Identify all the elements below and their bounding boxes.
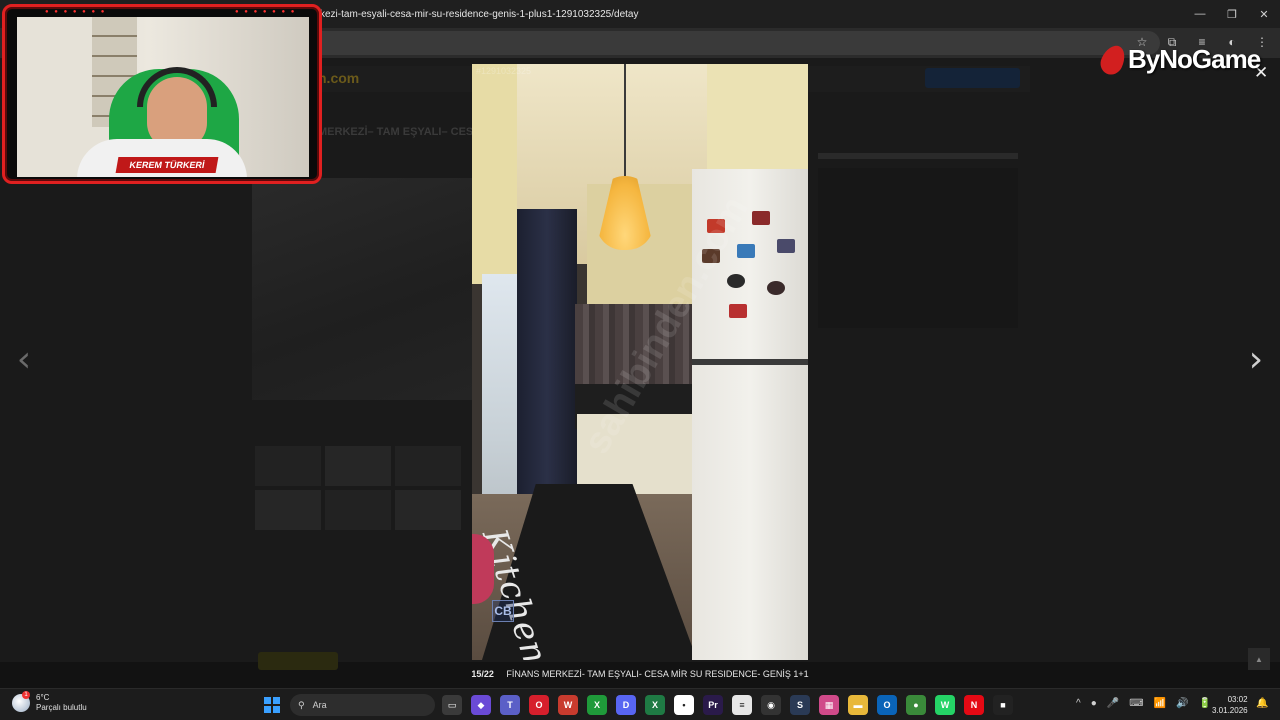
thumbnail (325, 490, 391, 530)
explorer-folder-app-icon[interactable]: ▬ (848, 695, 868, 715)
epic-app-icon[interactable]: • (674, 695, 694, 715)
notification-bell-icon[interactable]: 🔔 (1256, 698, 1268, 710)
start-tile (264, 706, 271, 713)
teams-app-icon[interactable]: T (500, 695, 520, 715)
pinned-apps: ▭ ◆ T O W X D X • Pr ≡ ◉ S ▦ ▬ O ● W N ■ (442, 695, 1013, 715)
photo-counter: 15/22 (471, 669, 494, 679)
windows-taskbar: 1 6°C Parçalı bulutlu ⚲ Ara ▭ ◆ T O W X D X • Pr ≡… (0, 688, 1280, 720)
wifi-icon[interactable]: 📶 (1154, 698, 1166, 709)
restore-button[interactable]: ❐ (1216, 0, 1248, 28)
bynogame-mark-icon (1096, 41, 1130, 78)
thumbnail (325, 446, 391, 486)
battery-icon[interactable]: 🔋 (1199, 698, 1211, 709)
excel-app-icon[interactable]: X (645, 695, 665, 715)
dark-app-icon[interactable]: ■ (993, 695, 1013, 715)
photo-fridge-gap (692, 359, 808, 365)
thumbnail (255, 446, 321, 486)
lightbox-caption-bar: 15/22 FİNANS MERKEZİ- TAM EŞYALI- CESA M… (0, 669, 1280, 679)
cam-frame-dots: ● ● ● ● ● ● ● (45, 9, 107, 15)
cam-frame-dots: ● ● ● ● ● ● ● (235, 9, 297, 15)
magnet (737, 244, 755, 258)
notepad-app-icon[interactable]: ≡ (732, 695, 752, 715)
magnet (729, 304, 747, 318)
listing-title: MERKEZİ– TAM EŞYALI– CESA (318, 126, 482, 138)
search-icon: ⚲ (298, 699, 305, 710)
photo-stool (472, 534, 494, 604)
weather-badge: 1 (22, 691, 30, 699)
listing-main-image (252, 178, 472, 400)
screen: — ❐ ✕ kezi-tam-esyali-cesa-mir-su-reside… (0, 0, 1280, 720)
cloudy-weather-icon: 1 (12, 691, 30, 712)
bynogame-logo: ByNoGame (1096, 41, 1261, 78)
thumbnail (395, 446, 461, 486)
steam-app-icon[interactable]: S (790, 695, 810, 715)
webcam-feed (17, 17, 309, 177)
opera-app-icon[interactable]: O (529, 695, 549, 715)
security-icon[interactable]: ● (1091, 698, 1097, 709)
show-hidden-icons[interactable]: ^ (1076, 698, 1081, 709)
listing-tab (258, 652, 338, 670)
close-window-button[interactable]: ✕ (1248, 0, 1280, 28)
previous-photo-button[interactable]: ‹ (12, 340, 36, 380)
premiere-app-icon[interactable]: Pr (703, 695, 723, 715)
start-tile (273, 697, 280, 704)
weather-temp: 6°C (36, 693, 50, 702)
clock-date: 3.01.2026 (1212, 706, 1248, 715)
start-tile (264, 697, 271, 704)
magnet (777, 239, 795, 253)
listing-thumbnails (255, 446, 461, 530)
streamer-name: KEREM TÜRKERİ (115, 157, 219, 173)
outlook-app-icon[interactable]: O (877, 695, 897, 715)
photo-curtain (517, 209, 577, 529)
next-photo-button[interactable]: › (1244, 340, 1268, 380)
window-controls: — ❐ ✕ (1184, 0, 1280, 28)
taskbar-clock[interactable]: 03:02 3.01.2026 (1212, 694, 1248, 716)
minimize-button[interactable]: — (1184, 0, 1216, 28)
netflix-app-icon[interactable]: N (964, 695, 984, 715)
seller-progress (818, 153, 1018, 159)
lightbox-photo[interactable]: Kitchen sahibinden.com CB (472, 64, 808, 660)
magnet (727, 274, 745, 288)
whatsapp-app-icon[interactable]: W (935, 695, 955, 715)
magnet (767, 281, 785, 295)
volume-icon[interactable]: 🔊 (1176, 698, 1188, 709)
bynogame-text: ByNoGame (1128, 44, 1261, 74)
webcam-overlay: ● ● ● ● ● ● ● ● ● ● ● ● ● ● KEREM TÜRKER… (2, 4, 322, 184)
taskbar-search[interactable]: ⚲ Ara (290, 694, 435, 716)
photos-app-icon[interactable]: ▦ (819, 695, 839, 715)
site-logo: n.com (318, 70, 360, 86)
weather-widget[interactable]: 1 6°C Parçalı bulutlu (12, 691, 87, 713)
discord-app-icon[interactable]: D (616, 695, 636, 715)
file-explorer-app-icon[interactable]: ▭ (442, 695, 462, 715)
photo-caption: FİNANS MERKEZİ- TAM EŞYALI- CESA MİR SU … (506, 669, 809, 679)
photo-badge: CB (492, 600, 514, 622)
url-text[interactable]: kezi-tam-esyali-cesa-mir-su-residence-ge… (320, 9, 638, 20)
obs-app-icon[interactable]: ◉ (761, 695, 781, 715)
microphone-icon[interactable]: 🎤 (1107, 698, 1119, 709)
clock-time: 03:02 (1227, 695, 1248, 704)
windows-start-button[interactable] (264, 697, 280, 713)
wps-app-icon[interactable]: W (558, 695, 578, 715)
scroll-top-button[interactable]: ▲ (1248, 648, 1270, 670)
keyboard-icon[interactable]: ⌨ (1129, 698, 1143, 709)
seller-box (818, 168, 1018, 328)
omnibox[interactable] (240, 31, 1160, 55)
thumbnail (255, 490, 321, 530)
weather-desc: Parçalı bulutlu (36, 703, 87, 712)
photo-cabinet-left (472, 64, 517, 284)
system-tray: ^ ● 🎤 ⌨ 📶 🔊 🔋 (1076, 698, 1211, 709)
thumbnail (395, 490, 461, 530)
listing-id: #1291032325 (476, 66, 532, 76)
search-placeholder: Ara (312, 700, 327, 710)
xbox-app-icon[interactable]: X (587, 695, 607, 715)
copilot-app-icon[interactable]: ◆ (471, 695, 491, 715)
chrome-app-icon[interactable]: ● (906, 695, 926, 715)
weather-text: 6°C Parçalı bulutlu (36, 693, 87, 713)
start-tile (273, 706, 280, 713)
photo-lamp-cord (624, 64, 626, 179)
page-post-ad-button (925, 68, 1020, 88)
page-header-button (835, 68, 915, 88)
